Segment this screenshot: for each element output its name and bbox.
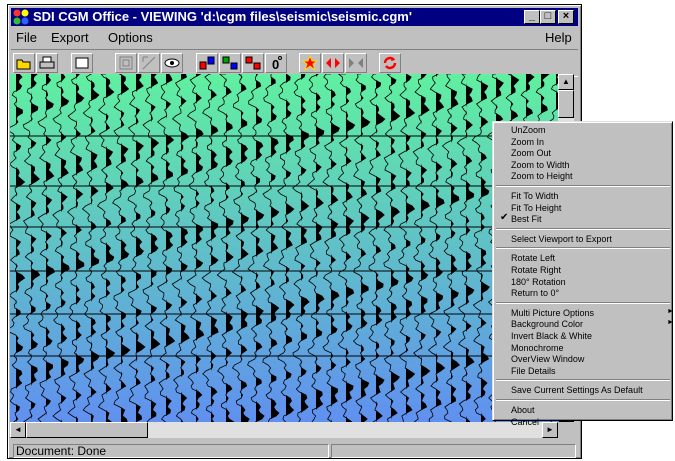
degree-button[interactable]: 0 <box>265 53 287 73</box>
context-menu-item-fit-to-width[interactable]: Fit To Width <box>511 190 558 202</box>
seismic-image <box>10 74 558 422</box>
menu-bar: File Export Options Help <box>11 28 578 46</box>
context-menu-item-fit-to-height[interactable]: Fit To Height <box>511 202 561 214</box>
arrows-in-icon <box>326 58 340 68</box>
context-menu-item-background-color[interactable]: Background Color <box>511 318 583 330</box>
rectangle-button[interactable] <box>71 53 93 73</box>
context-menu-item-zoom-in[interactable]: Zoom In <box>511 136 544 148</box>
app-logo-icon <box>13 9 29 25</box>
horizontal-scroll-thumb[interactable] <box>26 422 148 438</box>
degree-icon: 0 <box>272 56 282 71</box>
context-menu-item-cancel[interactable]: Cancel <box>511 416 539 428</box>
zoom-region-button[interactable] <box>138 53 160 73</box>
context-menu-item-save-current-settings-as-default[interactable]: Save Current Settings As Default <box>511 384 643 396</box>
rotate-icon <box>222 56 238 70</box>
window-title: SDI CGM Office - VIEWING 'd:\cgm files\s… <box>33 9 412 24</box>
zoom-region-icon <box>142 56 156 70</box>
scroll-left-button[interactable]: ◄ <box>10 422 26 438</box>
scroll-corner <box>558 422 574 438</box>
print-icon <box>39 56 55 69</box>
rectangle-icon <box>75 57 89 69</box>
menu-separator <box>496 247 670 250</box>
refresh-button[interactable] <box>379 53 401 73</box>
context-menu-item-return-to-0[interactable]: Return to 0° <box>511 287 559 299</box>
star-icon <box>302 55 318 71</box>
fit-button[interactable] <box>115 53 137 73</box>
context-menu-item-overview-window[interactable]: OverView Window <box>511 353 584 365</box>
arrows-out-icon <box>349 58 363 68</box>
context-menu-item-zoom-out[interactable]: Zoom Out <box>511 147 551 159</box>
context-menu: UnZoom Zoom In Zoom Out Zoom to Width Zoom t… <box>492 121 674 427</box>
context-menu-item-best-fit[interactable]: Best Fit <box>511 213 542 225</box>
context-menu-item-zoom-to-width[interactable]: Zoom to Width <box>511 159 570 171</box>
title-bar[interactable]: SDI CGM Office - VIEWING 'd:\cgm files\s… <box>11 8 578 26</box>
context-menu-item-invert-black-white[interactable]: Invert Black & White <box>511 330 592 342</box>
context-menu-item-file-details[interactable]: File Details <box>511 365 556 377</box>
eye-icon <box>164 58 180 68</box>
context-menu-item-multi-picture-options[interactable]: Multi Picture Options <box>511 307 594 319</box>
arrange-button[interactable] <box>196 53 218 73</box>
open-icon <box>16 59 31 70</box>
scroll-right-button[interactable]: ► <box>542 422 558 438</box>
context-menu-item-rotate-left[interactable]: Rotate Left <box>511 252 555 264</box>
arrange-icon <box>199 56 215 70</box>
menu-separator <box>496 185 670 187</box>
vertical-scroll-thumb[interactable] <box>558 90 574 118</box>
menu-separator <box>496 379 670 382</box>
submenu-arrow-icon: ► <box>667 307 674 315</box>
status-text: Document: Done <box>13 444 329 458</box>
overlay-icon <box>245 56 261 70</box>
close-button[interactable]: × <box>558 10 574 24</box>
submenu-arrow-icon: ► <box>667 319 674 327</box>
rotate-button[interactable] <box>219 53 241 73</box>
minimize-button[interactable]: _ <box>524 10 540 24</box>
star-button[interactable] <box>299 53 321 73</box>
context-menu-item-monochrome[interactable]: Monochrome <box>511 342 564 354</box>
context-menu-item-rotate-right[interactable]: Rotate Right <box>511 264 561 276</box>
overlay-button[interactable] <box>242 53 264 73</box>
context-menu-item-zoom-to-height[interactable]: Zoom to Height <box>511 170 573 182</box>
menu-separator <box>496 301 670 304</box>
scroll-up-button[interactable]: ▲ <box>558 74 574 90</box>
checkmark-icon: ✔ <box>500 212 509 224</box>
toolbar: 0 <box>11 49 578 77</box>
seismic-canvas[interactable] <box>10 74 558 422</box>
status-panel <box>331 444 576 458</box>
context-menu-item-unzoom[interactable]: UnZoom <box>511 124 546 136</box>
context-menu-item-about[interactable]: About <box>511 404 535 416</box>
refresh-icon <box>383 56 397 70</box>
status-bar: Document: Done <box>11 444 578 458</box>
context-menu-item-180-rotation[interactable]: 180° Rotation <box>511 276 566 288</box>
eye-button[interactable] <box>161 53 183 73</box>
menu-file[interactable]: File <box>16 30 37 45</box>
maximize-button[interactable]: □ <box>540 10 556 24</box>
menu-separator <box>496 399 670 401</box>
arrows-out-button[interactable] <box>345 53 367 73</box>
svg-text:0: 0 <box>272 57 279 71</box>
horizontal-scrollbar[interactable]: ◄ ► <box>10 422 558 438</box>
context-menu-item-select-viewport-to-export[interactable]: Select Viewport to Export <box>511 233 612 245</box>
fit-icon <box>119 56 133 70</box>
open-button[interactable] <box>13 53 35 73</box>
menu-export[interactable]: Export <box>51 30 89 45</box>
print-button[interactable] <box>36 53 58 73</box>
menu-help[interactable]: Help <box>545 30 572 45</box>
menu-options[interactable]: Options <box>108 30 153 45</box>
arrows-in-button[interactable] <box>322 53 344 73</box>
menu-separator <box>496 227 670 230</box>
